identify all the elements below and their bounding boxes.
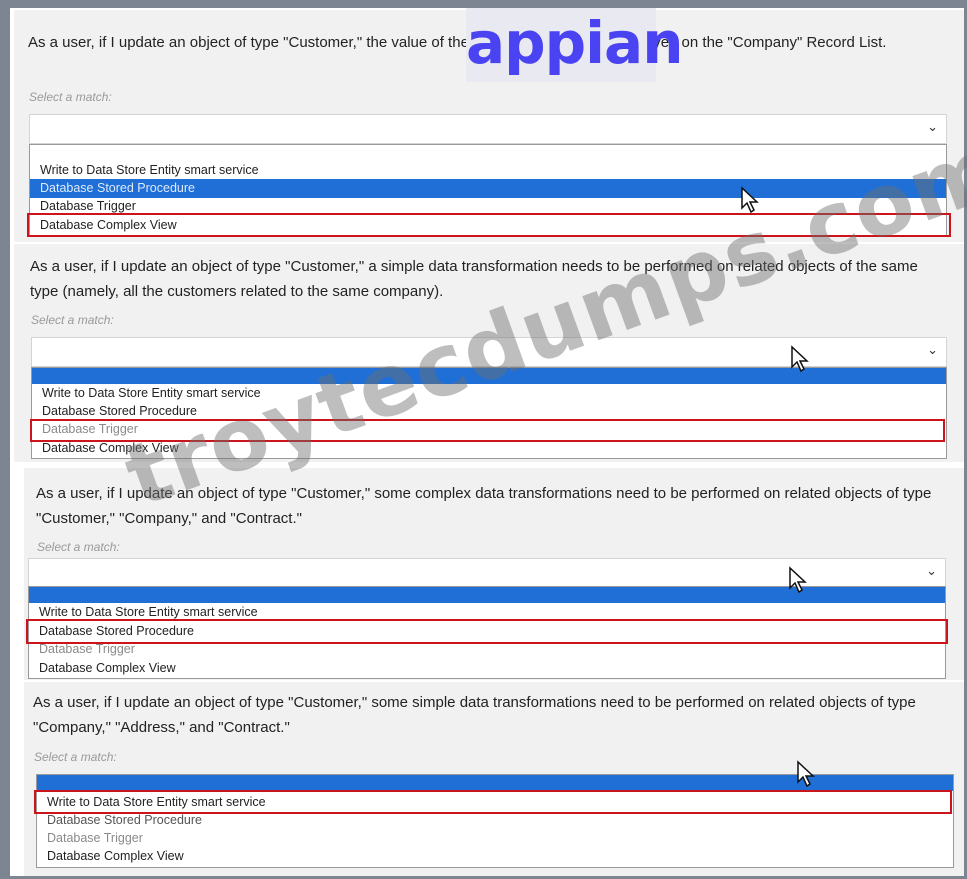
appian-logo: appian: [466, 8, 683, 82]
mouse-cursor-icon: [797, 760, 815, 788]
option-write-to-data-store[interactable]: Write to Data Store Entity smart service: [30, 161, 946, 180]
chevron-down-icon: ⌄: [927, 343, 938, 358]
question-text-4: As a user, if I update an object of type…: [33, 694, 916, 736]
select-label-2: Select a match:: [31, 313, 114, 327]
select-label-3: Select a match:: [37, 540, 120, 554]
mouse-cursor-icon: [791, 345, 809, 373]
option-database-complex-view[interactable]: Database Complex View: [37, 847, 953, 866]
answer-highlight-3: [26, 619, 948, 644]
option-database-trigger[interactable]: Database Trigger: [37, 829, 953, 848]
answer-highlight-4: [34, 790, 952, 814]
options-list-4: Write to Data Store Entity smart service…: [36, 774, 954, 868]
option-database-complex-view[interactable]: Database Complex View: [29, 659, 945, 678]
mouse-cursor-icon: [789, 566, 807, 594]
chevron-down-icon: ⌄: [926, 564, 937, 579]
match-dropdown-1[interactable]: ⌄: [29, 114, 947, 144]
select-label-1: Select a match:: [29, 90, 112, 104]
select-label-4: Select a match:: [34, 750, 117, 764]
